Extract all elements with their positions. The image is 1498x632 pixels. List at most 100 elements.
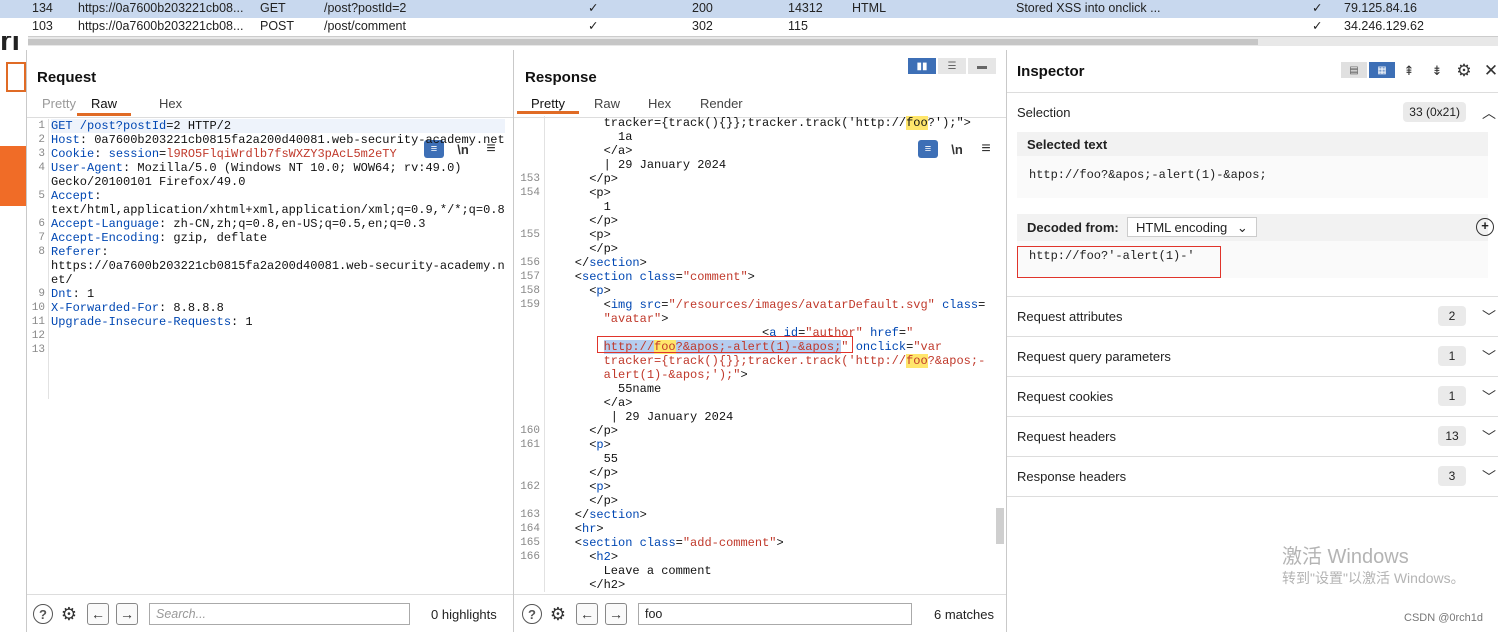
request-line: et/	[51, 273, 505, 287]
request-token: Host	[51, 133, 80, 147]
row-tls: ✓	[1312, 19, 1323, 33]
inspector-panel: Inspector ▤ ▦ ⇞ ⇟ ⚙ ✕ Selection 33 (0x21…	[1006, 50, 1498, 632]
help-icon[interactable]: ?	[522, 604, 542, 624]
layout-stacked-icon[interactable]: ☰	[938, 58, 966, 74]
chevron-down-icon[interactable]: ﹀	[1482, 467, 1496, 487]
inspector-section-row[interactable]: Request headers 13 ﹀	[1007, 416, 1498, 456]
scrollbar-thumb[interactable]	[28, 39, 1258, 45]
selected-text-box: Selected text http://foo?&apos;-alert(1)…	[1017, 132, 1488, 198]
response-tabs: Pretty Raw Hex Render ≡ \n ≡	[514, 96, 1006, 158]
request-line: text/html,application/xhtml+xml,applicat…	[51, 203, 505, 217]
request-token: l9RO5FlqiWrdlb7fsWXZY3pAcL5m2eTY	[166, 147, 397, 161]
highlights-count: 0 highlights	[431, 607, 497, 622]
section-label: Response headers	[1017, 469, 1127, 484]
selection-badge: 33 (0x21)	[1403, 102, 1466, 122]
response-search-input[interactable]: foo	[638, 603, 912, 625]
history-row-103[interactable]: 103 https://0a7600b203221cb08... POST /p…	[0, 18, 1498, 36]
request-token: postId	[123, 119, 167, 133]
layout-side-by-side-icon[interactable]: ▮▮	[908, 58, 936, 74]
section-divider	[1007, 496, 1498, 497]
layout-single-icon[interactable]: ▬	[968, 58, 996, 74]
request-token: text/html,application/xhtml+xml,applicat…	[51, 203, 505, 217]
section-label: Request cookies	[1017, 389, 1114, 404]
section-count-badge: 2	[1438, 306, 1466, 326]
request-line: Cookie: session=l9RO5FlqiWrdlb7fsWXZY3pA…	[51, 147, 505, 161]
request-token: et/	[51, 273, 73, 287]
history-row-134[interactable]: 134 https://0a7600b203221cb08... GET /po…	[0, 0, 1498, 18]
row-mime: HTML	[852, 1, 887, 15]
request-token: : 1	[72, 287, 95, 301]
request-line: Referer:	[51, 245, 505, 259]
request-search-input[interactable]: Search...	[149, 603, 410, 625]
history-horizontal-scrollbar[interactable]	[28, 36, 1498, 46]
request-token: User-Agent	[51, 161, 124, 175]
inspector-section-row[interactable]: Request attributes 2 ﹀	[1007, 296, 1498, 336]
response-scrollbar-thumb[interactable]	[996, 508, 1004, 544]
request-token: Upgrade-Insecure-Requests	[51, 315, 232, 329]
selection-row[interactable]: Selection 33 (0x21) ︿	[1007, 92, 1498, 132]
previous-match-button[interactable]: ←	[576, 603, 598, 625]
settings-gear-icon[interactable]: ⚙	[548, 604, 568, 624]
response-panel: Response ▮▮ ☰ ▬ Pretty Raw Hex Render ≡ …	[513, 50, 1006, 632]
request-token: GET /post?	[51, 119, 124, 133]
background-logo-fragment	[6, 62, 26, 92]
next-match-button[interactable]: →	[605, 603, 627, 625]
settings-gear-icon[interactable]: ⚙	[59, 604, 79, 624]
chevron-down-icon[interactable]: ﹀	[1482, 307, 1496, 327]
activation-watermark-title: 激活 Windows	[1282, 546, 1409, 568]
request-line: Accept-Language: zh-CN,zh;q=0.8,en-US;q=…	[51, 217, 505, 231]
row-edited: ✓	[588, 19, 599, 33]
help-icon[interactable]: ?	[33, 604, 53, 624]
tab-hex[interactable]: Hex	[648, 96, 671, 111]
row-path: /post?postId=2	[324, 1, 407, 15]
csdn-credit: CSDN @0rch1d	[1404, 612, 1484, 624]
encoding-dropdown[interactable]: HTML encoding ⌄	[1127, 217, 1257, 237]
tab-pretty[interactable]: Pretty	[42, 96, 76, 111]
chevron-down-icon[interactable]: ﹀	[1482, 427, 1496, 447]
response-line-numbers: 153 154 155 156 157 158 159 160 161 162 …	[520, 173, 540, 563]
row-status: 302	[692, 19, 713, 33]
previous-match-button[interactable]: ←	[87, 603, 109, 625]
request-token: :	[94, 147, 109, 161]
request-token: :	[94, 189, 102, 203]
row-length: 14312	[788, 1, 823, 15]
panel-title: Request	[37, 69, 97, 86]
encoding-value: HTML encoding	[1136, 220, 1228, 235]
inspector-layout-b-icon[interactable]: ▦	[1369, 62, 1395, 78]
request-editor[interactable]: GET /post?postId=2 HTTP/2 Host: 0a7600b20…	[51, 119, 505, 329]
collapse-all-icon[interactable]: ⇞	[1399, 62, 1419, 80]
row-number: 103	[32, 19, 53, 33]
annotation-box-decoded	[1017, 246, 1221, 278]
tab-hex[interactable]: Hex	[159, 96, 182, 111]
inspector-title: Inspector	[1017, 63, 1085, 80]
row-ip: 79.125.84.16	[1344, 1, 1417, 15]
inspector-settings-icon[interactable]: ⚙	[1454, 61, 1474, 80]
close-icon[interactable]: ✕	[1481, 61, 1498, 80]
response-editor[interactable]: tracker={track(){}};tracker.track('http:…	[546, 116, 992, 592]
request-line: Upgrade-Insecure-Requests: 1	[51, 315, 505, 329]
inspector-layout-a-icon[interactable]: ▤	[1341, 62, 1367, 78]
chevron-down-icon[interactable]: ﹀	[1482, 347, 1496, 367]
row-url: https://0a7600b203221cb08...	[78, 1, 244, 15]
expand-all-icon[interactable]: ⇟	[1427, 62, 1447, 80]
tab-pretty[interactable]: Pretty	[517, 96, 579, 114]
row-title: Stored XSS into onclick ...	[1016, 1, 1161, 15]
inspector-section-row[interactable]: Request query parameters 1 ﹀	[1007, 336, 1498, 376]
response-footer: ? ⚙ ← → foo 6 matches	[514, 594, 1006, 632]
request-line: https://0a7600b203221cb0815fa2a200d40081…	[51, 259, 505, 273]
row-status: 200	[692, 1, 713, 15]
chevron-down-icon: ⌄	[1236, 220, 1248, 235]
tab-raw[interactable]: Raw	[594, 96, 620, 111]
selected-text-value[interactable]: http://foo?&apos;-alert(1)-&apos;	[1029, 168, 1267, 182]
tab-raw[interactable]: Raw	[77, 96, 132, 116]
chevron-down-icon[interactable]: ﹀	[1482, 387, 1496, 407]
request-line: Accept-Encoding: gzip, deflate	[51, 231, 505, 245]
request-token: : Mozilla/5.0 (Windows NT 10.0; WOW64; r…	[123, 161, 462, 175]
section-count-badge: 13	[1438, 426, 1466, 446]
tab-render[interactable]: Render	[700, 96, 743, 111]
inspector-section-row[interactable]: Request cookies 1 ﹀	[1007, 376, 1498, 416]
chevron-up-icon[interactable]: ︿	[1482, 103, 1496, 123]
add-icon[interactable]: +	[1476, 218, 1494, 236]
next-match-button[interactable]: →	[116, 603, 138, 625]
inspector-section-row[interactable]: Response headers 3 ﹀	[1007, 456, 1498, 496]
